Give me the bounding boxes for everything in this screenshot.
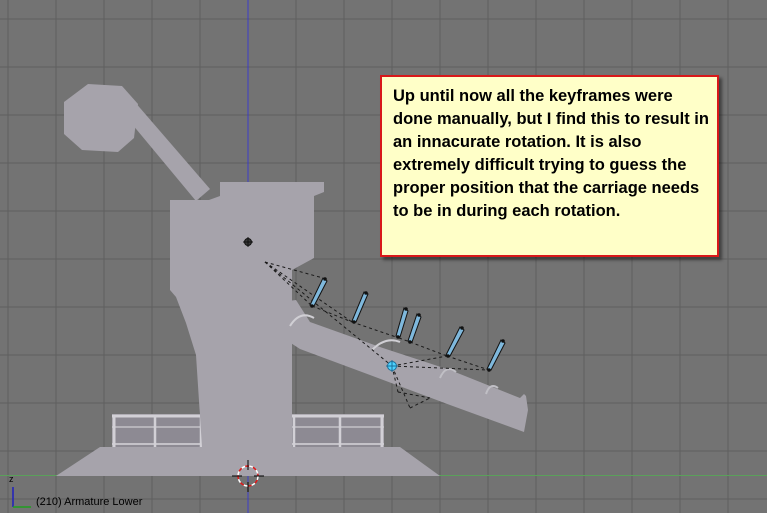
frame-status-label: (210) Armature Lower <box>36 496 143 508</box>
axis-widget-icon <box>12 487 31 508</box>
3d-viewport[interactable]: Up until now all the keyframes were done… <box>0 0 767 513</box>
annotation-note: Up until now all the keyframes were done… <box>380 75 719 257</box>
counterweight-ball[interactable] <box>64 84 138 152</box>
axis-z-label: z <box>9 474 14 484</box>
